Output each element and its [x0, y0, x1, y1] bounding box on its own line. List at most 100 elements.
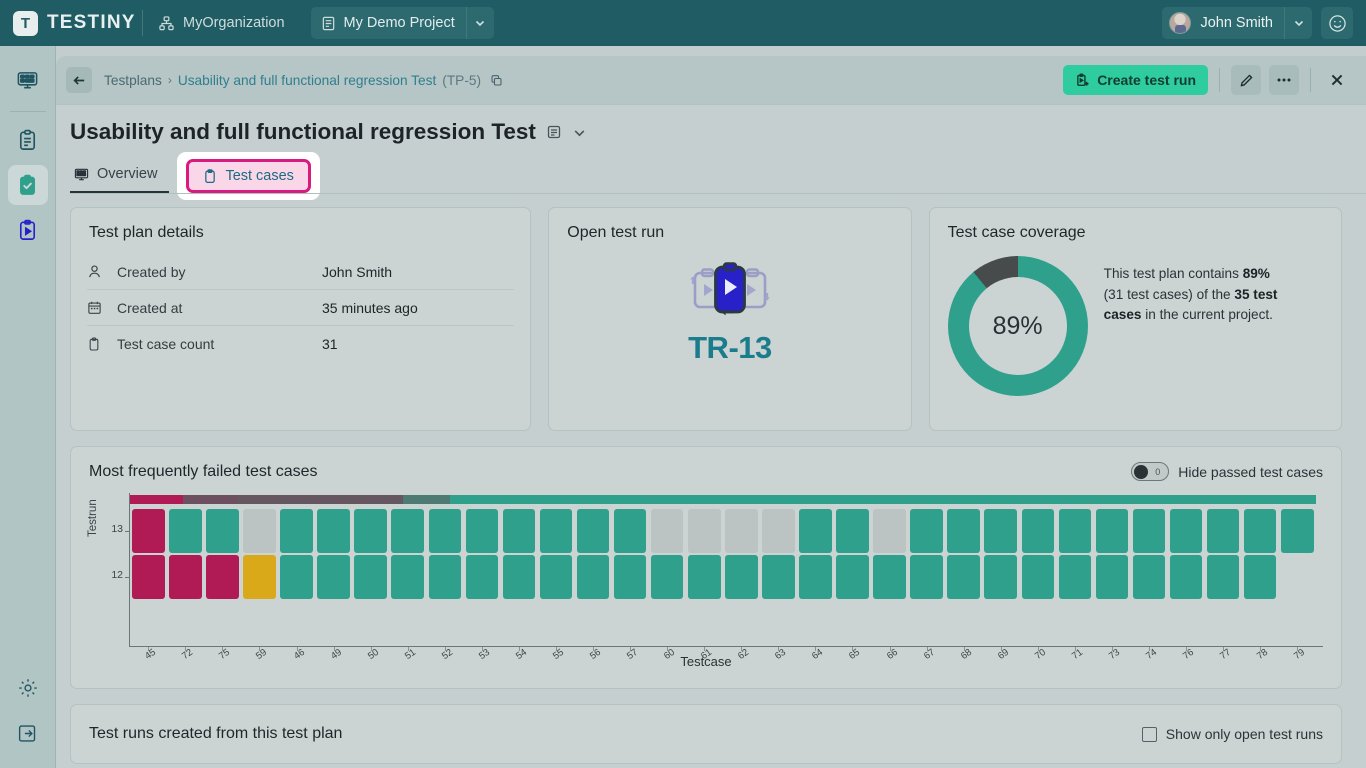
page-title-text: Usability and full functional regression…: [70, 119, 536, 145]
heatmap-cell-untested[interactable]: [243, 509, 276, 553]
heatmap-cell-passed[interactable]: [1207, 555, 1240, 599]
create-test-run-button[interactable]: Create test run: [1063, 65, 1208, 95]
heatmap-cell-passed[interactable]: [1133, 509, 1166, 553]
heatmap-cell-passed[interactable]: [725, 555, 758, 599]
heatmap-cell-passed[interactable]: [1022, 509, 1055, 553]
heatmap-cell-passed[interactable]: [1059, 509, 1092, 553]
hide-passed-toggle[interactable]: 0: [1131, 462, 1169, 481]
heatmap-cell-passed[interactable]: [873, 555, 906, 599]
heatmap-cell-failed[interactable]: [132, 555, 165, 599]
sidebar-item-testruns[interactable]: [8, 210, 48, 250]
hide-passed-toggle-group[interactable]: 0 Hide passed test cases: [1131, 462, 1323, 481]
open-run-body[interactable]: TR-13: [549, 260, 910, 366]
heatmap-cell-passed[interactable]: [317, 509, 350, 553]
heatmap-cell-passed[interactable]: [1170, 509, 1203, 553]
heatmap-cell-untested[interactable]: [873, 509, 906, 553]
heatmap-cell-passed[interactable]: [614, 555, 647, 599]
heatmap-cell-passed[interactable]: [1244, 555, 1277, 599]
project-selector[interactable]: My Demo Project: [311, 7, 494, 39]
heatmap-cell-passed[interactable]: [910, 509, 943, 553]
y-axis-tick-mark: [125, 531, 129, 532]
heatmap-cell-passed[interactable]: [540, 509, 573, 553]
heatmap-cell-untested[interactable]: [688, 509, 721, 553]
heatmap-cell-blocked[interactable]: [243, 555, 276, 599]
heatmap-cell-passed[interactable]: [1059, 555, 1092, 599]
heatmap-cell-passed[interactable]: [503, 509, 536, 553]
heatmap-cell-passed[interactable]: [1133, 555, 1166, 599]
heatmap-cell-passed[interactable]: [466, 555, 499, 599]
heatmap-cell-passed[interactable]: [984, 555, 1017, 599]
heatmap-cell-passed[interactable]: [206, 509, 239, 553]
brand-logo[interactable]: T TESTINY: [0, 11, 142, 36]
user-menu[interactable]: John Smith: [1162, 7, 1312, 39]
heatmap-cell-passed[interactable]: [391, 555, 424, 599]
open-run-id[interactable]: TR-13: [688, 330, 772, 366]
heatmap-cell-passed[interactable]: [1096, 555, 1129, 599]
heatmap-cell-passed[interactable]: [577, 555, 610, 599]
create-test-run-label: Create test run: [1097, 72, 1196, 88]
more-options-button[interactable]: [1269, 65, 1299, 95]
heatmap-cell-passed[interactable]: [910, 555, 943, 599]
smiley-help-icon[interactable]: [1321, 7, 1353, 39]
heatmap-cell-passed[interactable]: [614, 509, 647, 553]
close-button[interactable]: [1322, 65, 1352, 95]
heatmap-cell-passed[interactable]: [947, 555, 980, 599]
heatmap-cell-untested[interactable]: [762, 509, 795, 553]
tab-testcases[interactable]: Test cases: [186, 159, 311, 193]
heatmap-cell-passed[interactable]: [836, 555, 869, 599]
heatmap-cell-passed[interactable]: [577, 509, 610, 553]
heatmap-cell-passed[interactable]: [1207, 509, 1240, 553]
sidebar-item-testplans[interactable]: [8, 165, 48, 205]
back-button[interactable]: [66, 67, 92, 93]
heatmap-cell-passed[interactable]: [280, 555, 313, 599]
heatmap-cell-untested[interactable]: [651, 509, 684, 553]
sidebar-item-testcases[interactable]: [8, 120, 48, 160]
heatmap-cell-passed[interactable]: [1281, 509, 1314, 553]
heatmap-cell-passed[interactable]: [762, 555, 795, 599]
heatmap-cell-passed[interactable]: [317, 555, 350, 599]
breadcrumb-root[interactable]: Testplans: [104, 73, 162, 88]
heatmap-cell-passed[interactable]: [169, 509, 202, 553]
heatmap-cell-passed[interactable]: [651, 555, 684, 599]
chevron-down-icon[interactable]: [572, 125, 587, 140]
heatmap-cell-failed[interactable]: [206, 555, 239, 599]
edit-button[interactable]: [1231, 65, 1261, 95]
heatmap-cell-passed[interactable]: [429, 555, 462, 599]
heatmap-cell-passed[interactable]: [391, 509, 424, 553]
user-name: John Smith: [1200, 15, 1273, 31]
heatmap-cell-untested[interactable]: [725, 509, 758, 553]
heatmap-cell-passed[interactable]: [1096, 509, 1129, 553]
heatmap-cell-passed[interactable]: [1170, 555, 1203, 599]
heatmap-cell-passed[interactable]: [836, 509, 869, 553]
heatmap-cell-passed[interactable]: [688, 555, 721, 599]
tab-overview[interactable]: Overview: [70, 166, 169, 194]
heatmap-cell-passed[interactable]: [540, 555, 573, 599]
chevron-down-icon[interactable]: [1284, 7, 1312, 39]
heatmap-cell-passed[interactable]: [503, 555, 536, 599]
organization-selector[interactable]: MyOrganization: [143, 7, 301, 39]
copy-link-icon[interactable]: [490, 74, 503, 87]
heatmap-cell-passed[interactable]: [429, 509, 462, 553]
heatmap-cell-passed[interactable]: [1244, 509, 1277, 553]
heatmap-cell-failed[interactable]: [169, 555, 202, 599]
heatmap-cell-passed[interactable]: [280, 509, 313, 553]
description-icon[interactable]: [546, 124, 562, 140]
sidebar-item-settings[interactable]: [8, 668, 48, 708]
project-selector-main[interactable]: My Demo Project: [311, 15, 466, 31]
heatmap-cell-passed[interactable]: [799, 555, 832, 599]
heatmap-cell-failed[interactable]: [132, 509, 165, 553]
heatmap-cell-passed[interactable]: [1022, 555, 1055, 599]
heatmap-cell-passed[interactable]: [354, 509, 387, 553]
heatmap-cell-passed[interactable]: [947, 509, 980, 553]
breadcrumb-current[interactable]: Usability and full functional regression…: [178, 73, 436, 88]
heatmap-cell-passed[interactable]: [799, 509, 832, 553]
heatmap-cell-passed[interactable]: [354, 555, 387, 599]
sidebar-item-dashboard[interactable]: [8, 60, 48, 100]
heatmap-cell-passed[interactable]: [466, 509, 499, 553]
chevron-down-icon[interactable]: [466, 7, 494, 39]
user-menu-main[interactable]: John Smith: [1162, 12, 1284, 34]
heatmap-cell-passed[interactable]: [984, 509, 1017, 553]
show-open-runs-group[interactable]: Show only open test runs: [1142, 726, 1323, 742]
sidebar-item-logout[interactable]: [8, 713, 48, 753]
show-open-runs-checkbox[interactable]: [1142, 727, 1157, 742]
